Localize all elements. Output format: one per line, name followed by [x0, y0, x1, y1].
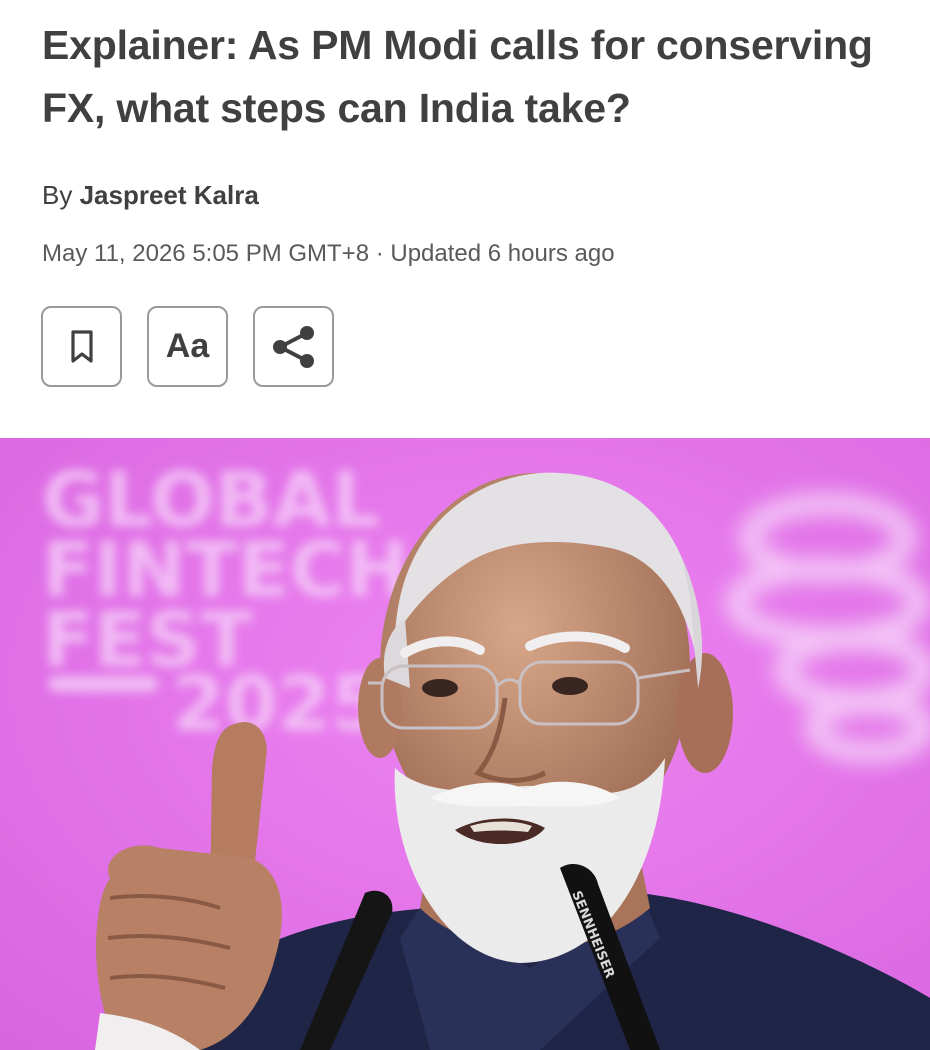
- backdrop-line: 2025: [172, 659, 384, 748]
- article: Explainer: As PM Modi calls for conservi…: [0, 0, 930, 1050]
- text-size-button[interactable]: Aa: [147, 306, 228, 387]
- bookmark-icon: [70, 329, 93, 363]
- share-button[interactable]: [253, 306, 334, 387]
- article-toolbar: Aa: [41, 306, 334, 387]
- dateline: May 11, 2026 5:05 PM GMT+8 · Updated 6 h…: [42, 240, 615, 267]
- hero-photo-illustration: GLOBAL FINTECH FEST 2025 SENNHEISER: [0, 438, 930, 1050]
- byline-prefix: By: [42, 180, 73, 210]
- hero-photo: GLOBAL FINTECH FEST 2025 SENNHEISER: [0, 438, 930, 1050]
- author-link[interactable]: Jaspreet Kalra: [80, 180, 259, 210]
- headline: Explainer: As PM Modi calls for conservi…: [42, 22, 873, 131]
- bookmark-button[interactable]: [41, 306, 122, 387]
- text-size-label: Aa: [165, 327, 210, 365]
- byline: By Jaspreet Kalra: [42, 178, 259, 212]
- share-icon: [272, 325, 314, 368]
